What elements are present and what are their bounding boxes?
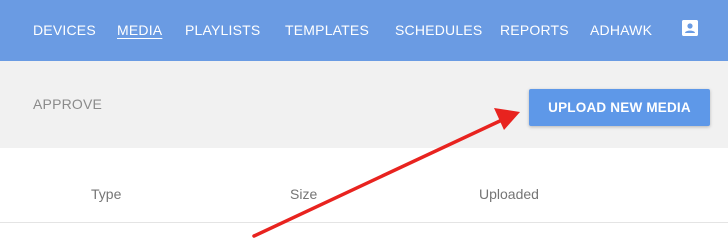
nav-item-label: PLAYLISTS — [185, 22, 261, 38]
column-header-size[interactable]: Size — [290, 186, 317, 202]
nav-item-templates[interactable]: TEMPLATES — [285, 0, 369, 61]
nav-item-label: SCHEDULES — [395, 22, 483, 38]
upload-new-media-button[interactable]: UPLOAD NEW MEDIA — [529, 89, 710, 126]
approve-link[interactable]: APPROVE — [33, 96, 102, 112]
nav-item-schedules[interactable]: SCHEDULES — [395, 0, 482, 61]
nav-item-media[interactable]: MEDIA — [117, 0, 162, 61]
nav-item-label: ADHAWK — [590, 22, 653, 38]
nav-item-label: MEDIA — [117, 22, 163, 38]
column-header-uploaded[interactable]: Uploaded — [479, 186, 539, 202]
nav-item-label: DEVICES — [33, 22, 96, 38]
column-header-type[interactable]: Type — [91, 186, 121, 202]
account-box-icon[interactable] — [682, 20, 698, 36]
nav-item-devices[interactable]: DEVICES — [33, 0, 96, 61]
media-toolbar: APPROVE UPLOAD NEW MEDIA — [0, 61, 728, 148]
top-navbar: DEVICES MEDIA PLAYLISTS TEMPLATES SCHEDU… — [0, 0, 728, 61]
nav-item-adhawk[interactable]: ADHAWK — [590, 0, 652, 61]
media-table-header: Type Size Uploaded — [0, 148, 728, 223]
nav-item-label: REPORTS — [500, 22, 569, 38]
nav-item-label: TEMPLATES — [285, 22, 370, 38]
nav-item-reports[interactable]: REPORTS — [500, 0, 569, 61]
nav-item-playlists[interactable]: PLAYLISTS — [185, 0, 260, 61]
